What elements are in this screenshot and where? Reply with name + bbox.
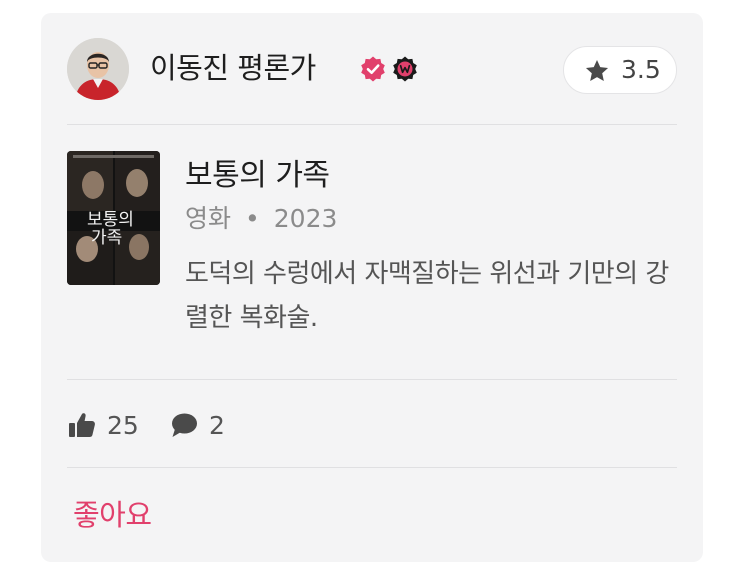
movie-poster[interactable]: 보통의 가족 xyxy=(67,151,160,285)
avatar-image xyxy=(67,38,129,100)
author-avatar[interactable] xyxy=(67,38,129,100)
comment-bubble-icon xyxy=(172,413,197,437)
review-card[interactable]: 이동진 평론가 3.5 보통의 가족 보통의 가족 영화 • 2023 도덕의 … xyxy=(41,13,703,562)
movie-category: 영화 xyxy=(185,204,232,233)
svg-text:보통의: 보통의 xyxy=(87,210,134,230)
review-header: 이동진 평론가 3.5 xyxy=(67,38,677,102)
movie-year: 2023 xyxy=(273,204,338,233)
thumbs-up-icon xyxy=(69,413,95,437)
review-comment[interactable]: 도덕의 수렁에서 자맥질하는 위선과 기만의 강렬한 복화술. xyxy=(185,252,677,340)
comment-count: 2 xyxy=(209,410,225,440)
watcha-w-icon xyxy=(393,56,417,82)
star-icon xyxy=(585,59,609,81)
content-divider xyxy=(67,379,677,380)
like-count-stat: 25 xyxy=(67,405,139,445)
svg-text:가족: 가족 xyxy=(91,228,122,248)
like-button[interactable]: 좋아요 xyxy=(73,495,152,535)
verified-check-icon xyxy=(361,56,385,82)
rating-badge: 3.5 xyxy=(563,46,677,94)
like-count: 25 xyxy=(107,410,139,440)
meta-separator: • xyxy=(245,204,260,233)
comment-count-stat: 2 xyxy=(169,405,225,445)
header-divider xyxy=(67,124,677,125)
author-name[interactable]: 이동진 평론가 xyxy=(150,48,316,88)
poster-image: 보통의 가족 xyxy=(67,151,160,285)
stats-divider xyxy=(67,467,677,468)
rating-value: 3.5 xyxy=(621,55,661,84)
movie-title[interactable]: 보통의 가족 xyxy=(185,156,330,196)
movie-meta: 영화 • 2023 xyxy=(185,203,337,235)
